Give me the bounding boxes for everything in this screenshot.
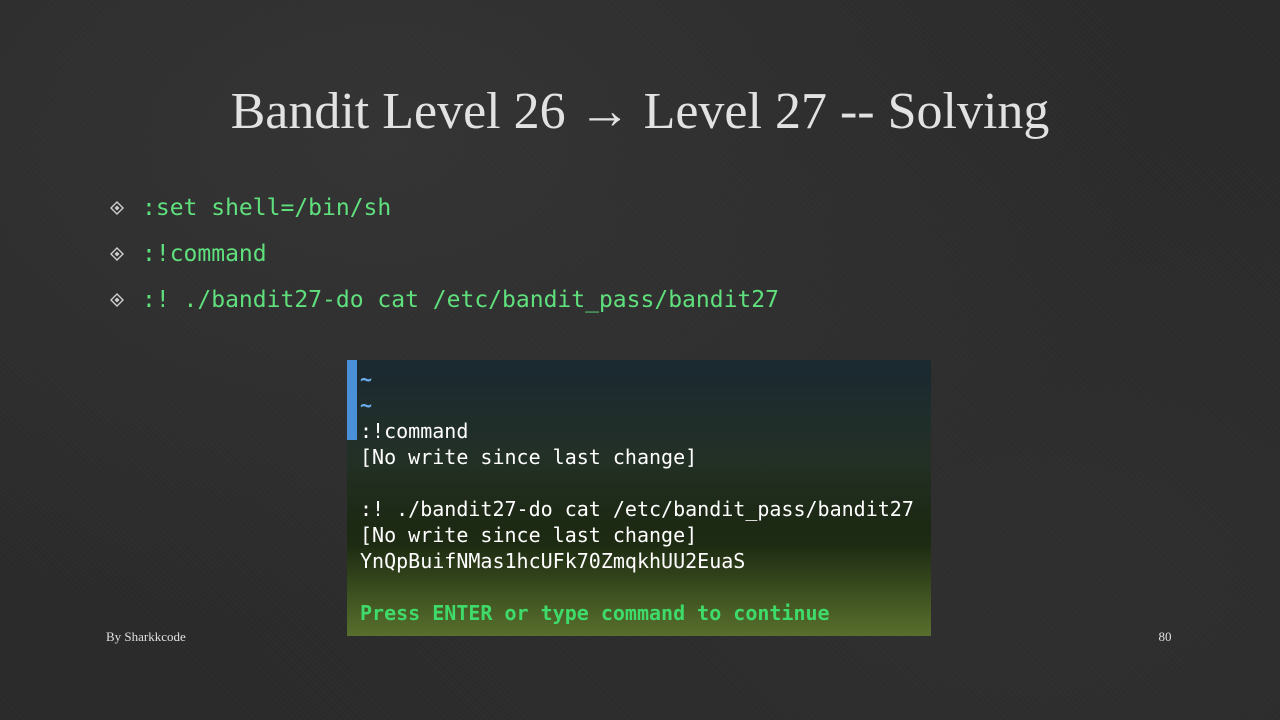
terminal-output: ~ ~ :!command [No write since last chang… <box>360 366 914 626</box>
bullet-item: :! ./bandit27-do cat /etc/bandit_pass/ba… <box>110 277 779 323</box>
terminal-line: ~ <box>360 367 373 391</box>
bullet-text: :set shell=/bin/sh <box>142 195 392 221</box>
terminal-screenshot: ~ ~ :!command [No write since last chang… <box>347 360 931 636</box>
diamond-bullet-icon <box>110 293 124 307</box>
slide-title: Bandit Level 26 → Level 27 -- Solving <box>230 83 1050 140</box>
terminal-password-output: YnQpBuifNMas1hcUFk70ZmqkhUU2EuaS <box>360 549 746 573</box>
footer-author: By Sharkkcode <box>106 629 186 644</box>
terminal-line: [No write since last change] <box>360 523 698 547</box>
terminal-line: :! ./bandit27-do cat /etc/bandit_pass/ba… <box>360 497 914 521</box>
bullet-text: :!command <box>142 241 267 267</box>
terminal-line: ~ <box>360 393 373 417</box>
terminal-line: :!command <box>360 419 469 443</box>
terminal-line: [No write since last change] <box>360 445 698 469</box>
diamond-bullet-icon <box>110 247 124 261</box>
bullet-item: :!command <box>110 231 779 277</box>
bullet-list: :set shell=/bin/sh :!command :! ./bandit… <box>110 185 779 323</box>
slide-page-number: 80 <box>1158 629 1172 644</box>
bullet-text: :! ./bandit27-do cat /etc/bandit_pass/ba… <box>142 287 779 313</box>
diamond-bullet-icon <box>110 201 124 215</box>
bullet-item: :set shell=/bin/sh <box>110 185 779 231</box>
terminal-scroll-accent <box>347 360 357 440</box>
terminal-continue-prompt: Press ENTER or type command to continue <box>360 601 830 625</box>
